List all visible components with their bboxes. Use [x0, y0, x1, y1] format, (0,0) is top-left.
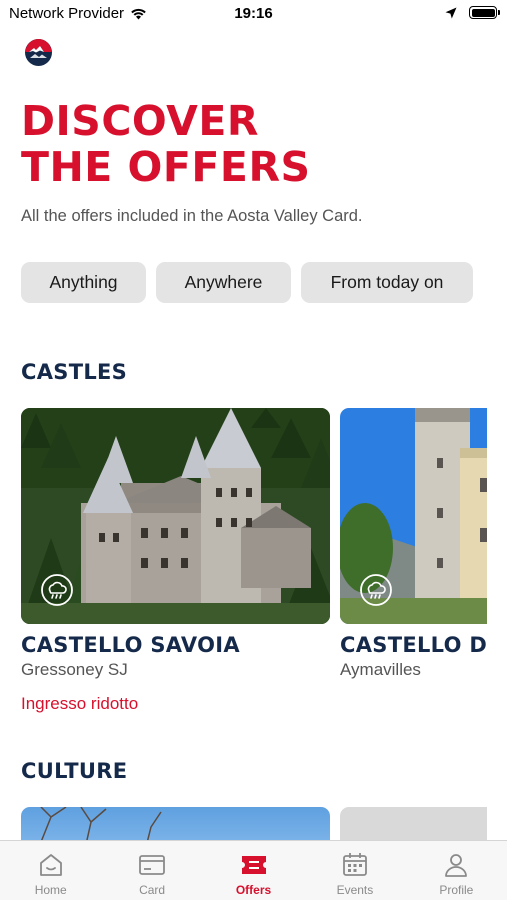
card-offer-tag: Ingresso ridotto — [21, 694, 139, 713]
app-logo-icon[interactable] — [25, 39, 52, 66]
offer-card-castello-aymavilles[interactable]: CASTELLO DI AYMAVILLES Aymavilles — [340, 408, 487, 680]
ticket-icon — [241, 856, 266, 874]
offer-card-castello-savoia[interactable]: CASTELLO SAVOIA Gressoney SJ Ingresso ri… — [21, 408, 330, 714]
tab-label: Card — [139, 883, 166, 897]
filter-date-button[interactable]: From today on — [301, 262, 473, 303]
section-title-castles: CASTLES — [21, 360, 128, 384]
rain-cloud-icon — [360, 574, 392, 606]
card-icon — [139, 855, 166, 875]
tab-bar: Home Card Offers Events Profile — [0, 840, 507, 900]
tab-profile[interactable]: Profile — [406, 841, 507, 900]
page-subtitle: All the offers included in the Aosta Val… — [21, 207, 363, 225]
card-location: Aymavilles — [340, 660, 421, 679]
card-image-castello-aymavilles — [340, 408, 487, 624]
filter-anything-button[interactable]: Anything — [21, 262, 146, 303]
card-title: CASTELLO SAVOIA — [21, 633, 240, 657]
filter-anywhere-button[interactable]: Anywhere — [156, 262, 291, 303]
tab-label: Home — [34, 883, 67, 897]
tab-events[interactable]: Events — [304, 841, 405, 900]
card-title: CASTELLO DI AYMAVILLES — [340, 633, 487, 657]
page-title: DISCOVER THE OFFERS — [21, 98, 491, 190]
filter-bar: Anything Anywhere From today on — [21, 262, 473, 303]
tab-home[interactable]: Home — [0, 841, 101, 900]
battery-icon — [469, 6, 500, 19]
culture-carousel[interactable] — [21, 807, 487, 841]
calendar-icon — [343, 853, 367, 876]
tab-card[interactable]: Card — [101, 841, 202, 900]
tab-label: Events — [336, 883, 374, 897]
section-title-culture: CULTURE — [21, 759, 128, 783]
location-arrow-icon — [445, 7, 457, 18]
status-bar: Network Provider 19:16 — [0, 0, 507, 30]
culture-photo — [40, 807, 162, 841]
home-icon — [39, 854, 62, 876]
culture-card[interactable] — [340, 807, 487, 841]
status-time: 19:16 — [234, 5, 273, 22]
card-image-castello-savoia — [21, 408, 330, 624]
status-right — [445, 6, 500, 19]
page-title-line1: DISCOVER — [21, 97, 259, 145]
person-icon — [445, 854, 468, 877]
castles-carousel[interactable]: CASTELLO SAVOIA Gressoney SJ Ingresso ri… — [21, 408, 487, 718]
card-location: Gressoney SJ — [21, 660, 128, 679]
tab-label: Profile — [439, 883, 474, 897]
tab-label: Offers — [235, 883, 272, 897]
culture-card[interactable] — [21, 807, 330, 841]
rain-cloud-icon — [41, 574, 73, 606]
tab-offers[interactable]: Offers — [203, 841, 304, 900]
page-title-line2: THE OFFERS — [21, 143, 311, 191]
